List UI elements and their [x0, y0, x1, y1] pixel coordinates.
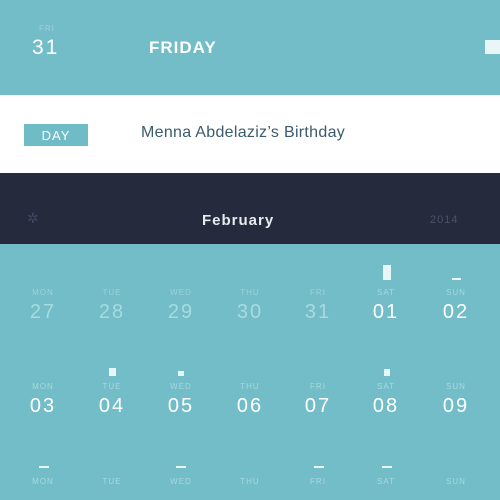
star-icon[interactable]: ✲ [27, 210, 39, 227]
day-cell-06[interactable]: THU 06 [215, 382, 285, 418]
weekday-label: SUN [446, 382, 466, 391]
day-cell-01[interactable]: SAT 01 [351, 288, 421, 324]
day-number: 02 [442, 301, 470, 323]
day-number: 07 [304, 395, 332, 417]
weekday-label: WED [170, 382, 192, 391]
event-indicator [109, 368, 116, 376]
weekday-label: TUE [102, 477, 122, 486]
day-cell-row3-sun[interactable]: SUN [421, 477, 491, 486]
weekday-label: WED [170, 288, 192, 297]
day-cell-07[interactable]: FRI 07 [283, 382, 353, 418]
event-indicator [39, 466, 49, 468]
day-cell-08[interactable]: SAT 08 [351, 382, 421, 418]
event-indicator [176, 466, 186, 468]
day-cell-30[interactable]: THU 30 [215, 288, 285, 324]
event-title[interactable]: Menna Abdelaziz’s Birthday [141, 124, 345, 142]
weekday-label: WED [170, 477, 192, 486]
day-cell-31[interactable]: FRI 31 [283, 288, 353, 324]
day-number: 29 [167, 301, 195, 323]
weekday-label: SAT [377, 477, 395, 486]
month-name[interactable]: February [202, 212, 274, 229]
day-number: 27 [29, 301, 57, 323]
day-cell-09[interactable]: SUN 09 [421, 382, 491, 418]
selected-date-number: 31 [32, 36, 60, 59]
day-cell-row3-tue[interactable]: TUE [77, 477, 147, 486]
weekday-label: THU [240, 477, 260, 486]
weekday-label: MON [32, 382, 54, 391]
event-type-badge: DAY [24, 124, 88, 146]
day-cell-29[interactable]: WED 29 [146, 288, 216, 324]
event-indicator [178, 371, 184, 376]
day-cell-28[interactable]: TUE 28 [77, 288, 147, 324]
day-cell-row3-mon[interactable]: MON [8, 477, 78, 486]
menu-icon[interactable] [485, 40, 500, 54]
day-cell-05[interactable]: WED 05 [146, 382, 216, 418]
weekday-label: SAT [377, 288, 395, 297]
calendar-grid: MON 27 TUE 28 WED 29 THU 30 FRI 31 SAT 0… [0, 244, 500, 500]
weekday-label: MON [32, 477, 54, 486]
day-number: 30 [236, 301, 264, 323]
year-label[interactable]: 2014 [430, 214, 458, 226]
day-cell-row3-fri[interactable]: FRI [283, 477, 353, 486]
selected-weekday: FRIDAY [149, 38, 217, 57]
selected-day-abbrev: FRI [39, 24, 55, 33]
weekday-label: THU [240, 382, 260, 391]
weekday-label: MON [32, 288, 54, 297]
day-number: 01 [372, 301, 400, 323]
weekday-label: FRI [310, 288, 326, 297]
event-indicator [314, 466, 324, 468]
day-number: 28 [98, 301, 126, 323]
day-number: 05 [167, 395, 195, 417]
weekday-label: SUN [446, 288, 466, 297]
day-cell-row3-wed[interactable]: WED [146, 477, 216, 486]
day-number: 31 [304, 301, 332, 323]
weekday-label: THU [240, 288, 260, 297]
event-indicator [382, 466, 392, 468]
day-cell-27[interactable]: MON 27 [8, 288, 78, 324]
day-number: 06 [236, 395, 264, 417]
weekday-label: FRI [310, 477, 326, 486]
month-header [0, 173, 500, 244]
day-number: 03 [29, 395, 57, 417]
weekday-label: TUE [102, 382, 122, 391]
day-cell-02[interactable]: SUN 02 [421, 288, 491, 324]
weekday-label: SAT [377, 382, 395, 391]
event-indicator [383, 265, 391, 280]
day-number: 09 [442, 395, 470, 417]
weekday-label: TUE [102, 288, 122, 297]
selected-day-header [0, 0, 500, 95]
event-indicator [452, 278, 461, 280]
weekday-label: FRI [310, 382, 326, 391]
day-cell-row3-thu[interactable]: THU [215, 477, 285, 486]
day-cell-03[interactable]: MON 03 [8, 382, 78, 418]
day-number: 04 [98, 395, 126, 417]
day-number: 08 [372, 395, 400, 417]
weekday-label: SUN [446, 477, 466, 486]
event-indicator [384, 369, 390, 376]
day-cell-row3-sat[interactable]: SAT [351, 477, 421, 486]
day-cell-04[interactable]: TUE 04 [77, 382, 147, 418]
